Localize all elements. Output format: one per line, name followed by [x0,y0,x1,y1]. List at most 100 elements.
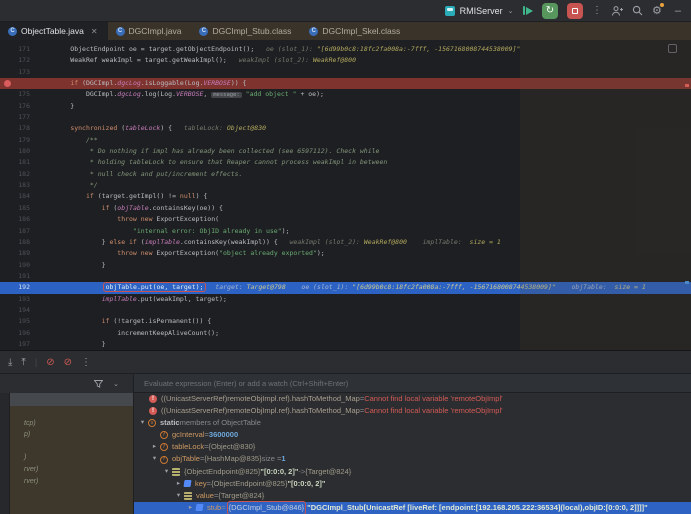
line-number[interactable]: 196 [0,328,30,339]
line-number[interactable]: 171 [0,44,30,55]
code-line[interactable]: if (DGCImpl.dgcLog.isLoggable(Log.VERBOS… [0,78,691,89]
line-number[interactable]: 185 [0,203,30,214]
line-number[interactable]: 194 [0,305,30,316]
code-line[interactable]: 189 throw new ExportException("object al… [0,248,691,259]
line-number[interactable]: 173 [0,67,30,78]
code-line[interactable]: 180 * Do nothing if impl has already bee… [0,146,691,157]
code-line[interactable]: 195 if (!target.isPermanent()) { [0,316,691,327]
expander-icon[interactable]: ▾ [161,466,172,478]
breakpoint-icon[interactable] [4,80,11,87]
tab-dgcimpl-java[interactable]: CDGCImpl.java [108,22,192,40]
frame-row[interactable]: ) [10,452,133,464]
tree-row[interactable]: ▾fobjTable = {HashMap@835} size = 1 [134,453,691,465]
line-number[interactable]: 177 [0,112,30,123]
code-line[interactable]: 171 ObjectEndpoint oe = target.getObject… [0,44,691,55]
line-number[interactable]: 191 [0,271,30,282]
code-editor[interactable]: 171 ObjectEndpoint oe = target.getObject… [0,40,691,350]
tab-dgcimpl-stub-class[interactable]: CDGCImpl_Stub.class [191,22,301,40]
code-line[interactable]: 175 DGCImpl.dgcLog.log(Log.VERBOSE, mess… [0,89,691,100]
code-line[interactable]: 187 "internal error: ObjID already in us… [0,226,691,237]
frame-row[interactable] [10,406,133,418]
tree-row[interactable]: ▾value = {Target@824} [134,490,691,502]
inspection-widget-icon[interactable] [668,44,677,53]
tree-row[interactable]: ▸key = {ObjectEndpoint@825} "[0:0:0, 2]" [134,478,691,490]
line-number[interactable]: 193 [0,294,30,305]
debug-resume-icon[interactable] [523,6,534,15]
tree-row[interactable]: ▸stub = {DGCImpl_Stub@846} "DGCImpl_Stub… [134,502,691,514]
line-number[interactable]: 176 [0,101,30,112]
line-number[interactable]: 190 [0,260,30,271]
code-line[interactable]: 184 if (target.getImpl() != null) { [0,191,691,202]
run-configuration-selector[interactable]: RMIServer ⌄ [445,6,514,16]
line-number[interactable]: 182 [0,169,30,180]
close-icon[interactable]: ✕ [91,27,98,36]
add-user-icon[interactable] [611,5,623,17]
line-number[interactable]: 180 [0,146,30,157]
code-line[interactable]: 181 * holding tableLock to ensure that R… [0,157,691,168]
stop-button[interactable] [567,3,583,19]
frame-row-selected[interactable] [10,393,133,406]
expander-icon[interactable]: ▸ [149,441,160,453]
line-number[interactable]: 181 [0,157,30,168]
line-number[interactable]: 188 [0,237,30,248]
code-line[interactable]: 183 */ [0,180,691,191]
code-line[interactable]: 191 [0,271,691,282]
evaluate-expression-input[interactable]: Evaluate expression (Enter) or add a wat… [133,374,691,393]
expander-icon[interactable]: ▸ [185,502,196,514]
frame-row[interactable]: tcp) [10,418,133,430]
line-number[interactable]: 178 [0,123,30,134]
mute-watches-icon[interactable]: ⊘ [64,357,72,368]
tab-objecttable-java[interactable]: CObjectTable.java✕ [0,22,108,40]
line-number[interactable]: 179 [0,135,30,146]
tree-row[interactable]: ▾{ObjectEndpoint@825} "[0:0:0, 2]" -> {T… [134,466,691,478]
code-line[interactable]: 190 } [0,260,691,271]
line-number[interactable]: 197 [0,339,30,350]
frame-row[interactable]: rver) [10,476,133,488]
code-line[interactable]: 178 synchronized (tableLock) { tableLock… [0,123,691,134]
frame-row[interactable]: p) [10,429,133,441]
expander-icon[interactable]: ▾ [149,453,160,465]
expander-icon[interactable]: ▾ [173,490,184,502]
code-line[interactable]: 197 } [0,339,691,350]
code-line[interactable]: 193 implTable.put(weakImpl, target); [0,294,691,305]
code-line[interactable]: 185 if (objTable.containsKey(oe)) { [0,203,691,214]
code-line[interactable]: 182 * null check and put/increment effec… [0,169,691,180]
line-number[interactable]: 183 [0,180,30,191]
tab-dgcimpl-skel-class[interactable]: CDGCImpl_Skel.class [301,22,410,40]
line-number[interactable]: 189 [0,248,30,259]
line-number[interactable]: 192 [0,282,30,293]
code-line[interactable]: 179 /** [0,135,691,146]
tree-row[interactable]: fgcInterval = 3600000 [134,429,691,441]
rerun-button[interactable]: ↻ [542,3,558,19]
code-line[interactable]: 172 WeakRef weakImpl = target.getWeakImp… [0,55,691,66]
expander-icon[interactable]: ▸ [173,478,184,490]
line-number[interactable]: 184 [0,191,30,202]
code-line[interactable]: 177 [0,112,691,123]
code-line[interactable]: 176 } [0,101,691,112]
code-line[interactable]: 188 } else if (implTable.containsKey(wea… [0,237,691,248]
chevron-down-icon[interactable]: ⌄ [113,380,119,388]
more-icon[interactable]: ⋮ [81,357,91,368]
line-number[interactable]: 172 [0,55,30,66]
step-into-icon[interactable]: ⤓ [8,357,12,368]
line-number[interactable]: 175 [0,89,30,100]
tree-row[interactable]: !((UnicastServerRef)remoteObjImpl.ref).h… [134,405,691,417]
expander-icon[interactable]: ▾ [137,417,148,429]
frame-row[interactable]: rver) [10,464,133,476]
code-line[interactable]: 194 [0,305,691,316]
settings-gear-icon[interactable]: ⚙ [652,4,662,17]
tree-row[interactable]: ▸ftableLock = {Object@830} [134,441,691,453]
code-line[interactable]: 173 [0,67,691,78]
code-line[interactable]: 186 throw new ExportException( [0,214,691,225]
line-number[interactable]: 195 [0,316,30,327]
tree-row[interactable]: !((UnicastServerRef)remoteObjImpl.ref).h… [134,393,691,405]
code-line[interactable]: 196 incrementKeepAliveCount(); [0,328,691,339]
line-number[interactable]: 186 [0,214,30,225]
mute-breakpoints-icon[interactable]: ⊘ [46,357,54,368]
frame-row[interactable] [10,441,133,453]
minimize-icon[interactable]: – [675,5,681,17]
step-out-icon[interactable]: ⤒ [21,357,25,368]
more-icon[interactable]: ⋮ [592,5,602,16]
code-line[interactable]: 192 objTable.put(oe, target); target: Ta… [0,282,691,293]
line-number[interactable]: 187 [0,226,30,237]
